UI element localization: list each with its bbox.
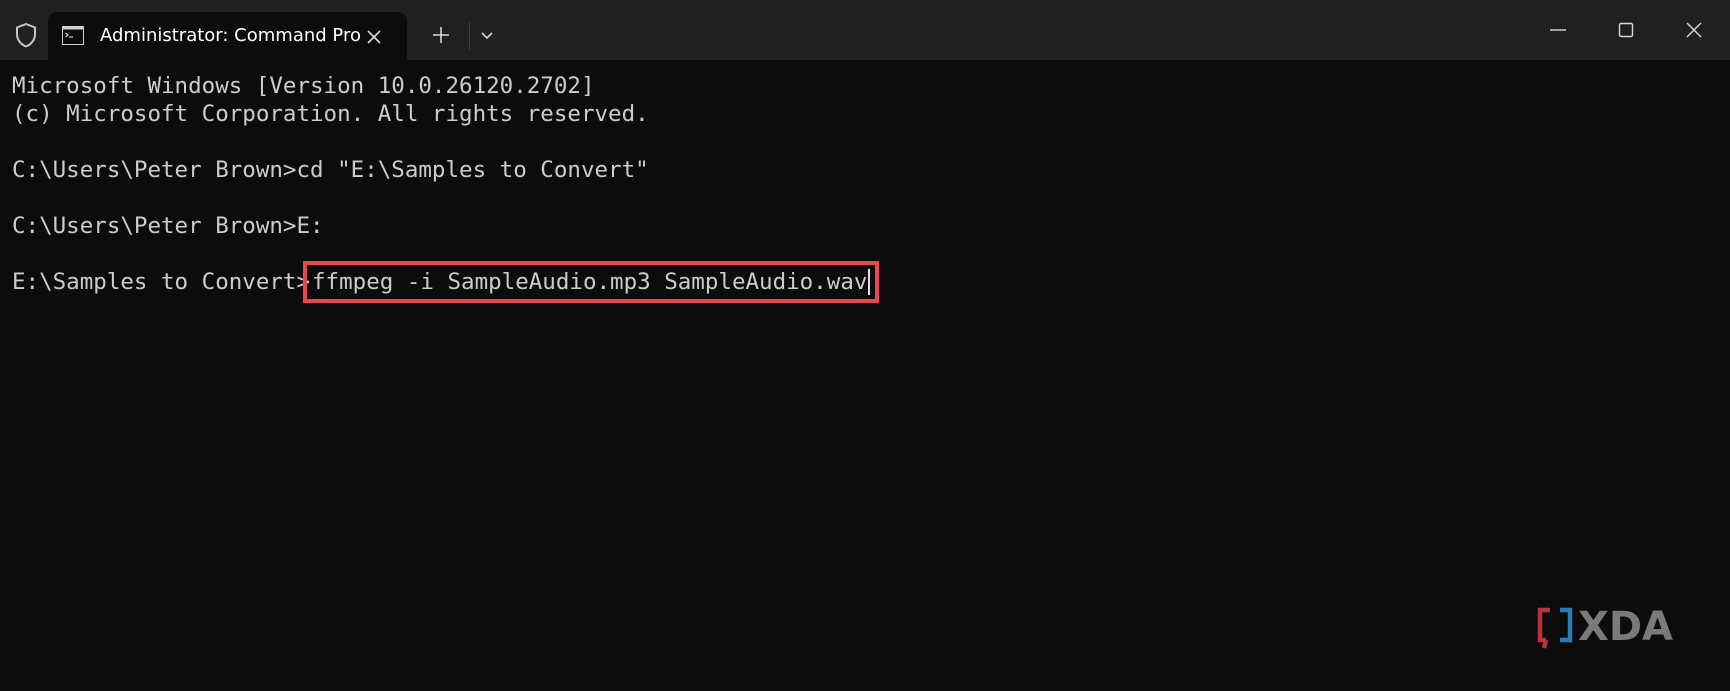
xda-logo: XDA — [1536, 604, 1696, 652]
minimize-icon — [1550, 29, 1566, 31]
text-cursor — [868, 269, 871, 295]
command-prompt-icon — [62, 26, 84, 45]
terminal-line: Microsoft Windows [Version 10.0.26120.27… — [12, 73, 595, 99]
terminal-line: (c) Microsoft Corporation. All rights re… — [12, 101, 649, 127]
xda-logo-text: XDA — [1578, 604, 1673, 650]
close-button[interactable] — [1660, 0, 1728, 60]
terminal-line: C:\Users\Peter Brown>cd "E:\Samples to C… — [12, 157, 649, 183]
prompt: E:\Samples to Convert> — [12, 269, 311, 295]
terminal-line: C:\Users\Peter Brown>E: — [12, 213, 324, 239]
plus-icon — [433, 27, 449, 43]
new-tab-button[interactable] — [426, 20, 456, 50]
chevron-down-icon — [481, 32, 493, 40]
title-bar: Administrator: Command Pro — [0, 0, 1730, 60]
minimize-button[interactable] — [1524, 0, 1592, 60]
close-icon — [1686, 22, 1702, 38]
maximize-icon — [1618, 22, 1634, 38]
command-line[interactable]: E:\Samples to Convert>ffmpeg -i SampleAu… — [12, 261, 880, 303]
tab-dropdown-button[interactable] — [474, 20, 500, 50]
shield-icon[interactable] — [12, 20, 40, 50]
current-command: ffmpeg -i SampleAudio.mp3 SampleAudio.wa… — [312, 269, 868, 295]
highlighted-command: ffmpeg -i SampleAudio.mp3 SampleAudio.wa… — [303, 261, 880, 303]
tab-separator — [469, 22, 470, 50]
tab-title: Administrator: Command Pro — [100, 25, 361, 46]
terminal-output[interactable]: Microsoft Windows [Version 10.0.26120.27… — [12, 72, 1712, 672]
maximize-button[interactable] — [1592, 0, 1660, 60]
xda-logo-mark: XDA — [1537, 604, 1673, 650]
tab-close-icon[interactable] — [363, 26, 385, 48]
tab-command-prompt[interactable]: Administrator: Command Pro — [48, 12, 407, 60]
